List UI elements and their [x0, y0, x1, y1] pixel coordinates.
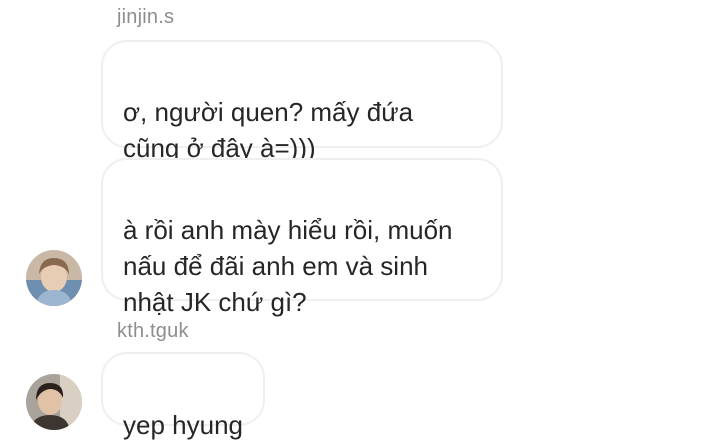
message-bubble[interactable]: à rồi anh mày hiểu rồi, muốn nấu để đãi …: [101, 158, 503, 317]
message-text: à rồi anh mày hiểu rồi, muốn nấu để đãi …: [123, 215, 453, 317]
message-text: ơ, người quen? mấy đứa cũng ở đây à=))): [123, 97, 414, 163]
avatar[interactable]: [26, 250, 82, 306]
sender-name[interactable]: jinjin.s: [117, 6, 174, 29]
avatar[interactable]: [26, 374, 82, 430]
message-text: yep hyung: [123, 410, 243, 440]
user-avatar-photo: [26, 250, 82, 306]
message-bubble[interactable]: ơ, người quen? mấy đứa cũng ở đây à=))): [101, 40, 503, 163]
user-avatar-photo: [26, 374, 82, 430]
sender-name[interactable]: kth.tguk: [117, 320, 189, 343]
message-bubble[interactable]: yep hyung: [101, 352, 265, 440]
